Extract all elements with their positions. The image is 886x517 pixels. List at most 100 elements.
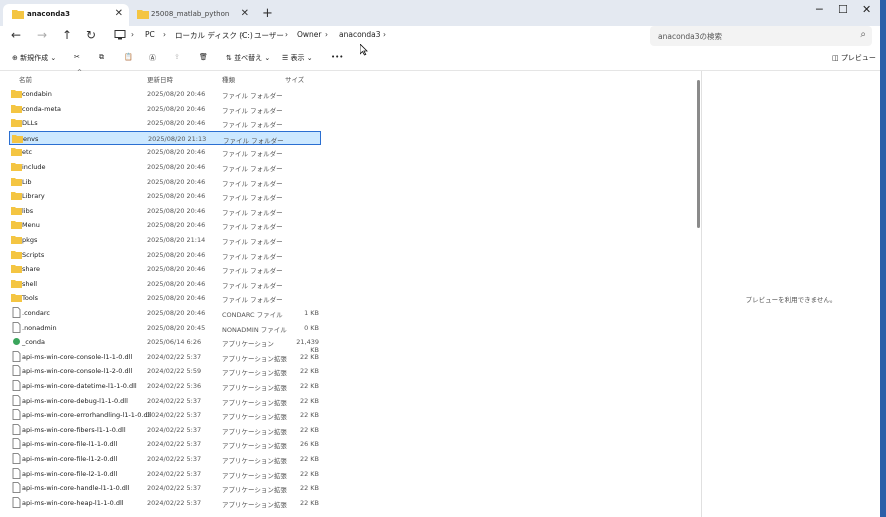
preview-button[interactable]: ◫ プレビュー — [832, 53, 876, 63]
file-row[interactable]: Lib 2025/08/20 20:46 ファイル フォルダー — [9, 175, 321, 189]
breadcrumb-pc[interactable]: PC — [145, 30, 155, 39]
new-tab-button[interactable]: + — [262, 6, 273, 21]
file-date: 2025/08/20 20:46 — [147, 163, 206, 171]
file-date: 2025/08/20 20:46 — [147, 192, 206, 201]
file-size: 22 KB — [299, 469, 319, 478]
file-row[interactable]: etc 2025/08/20 20:46 ファイル フォルダー — [9, 145, 321, 159]
file-name: include — [22, 163, 46, 171]
file-row[interactable]: shell 2025/08/20 20:46 ファイル フォルダー — [9, 277, 321, 291]
file-row[interactable]: api-ms-win-core-errorhandling-l1-1-0.dll… — [9, 408, 321, 422]
file-type: ファイル フォルダー — [222, 223, 283, 232]
title-bar: anaconda3 ✕ 25008_matlab_python ✕ + ─ ☐ … — [0, 0, 880, 26]
file-row[interactable]: .condarc 2025/08/20 20:46 CONDARC ファイル 1 KB — [9, 306, 321, 320]
view-label: 表示 — [290, 54, 305, 62]
file-icon — [12, 394, 21, 406]
column-date[interactable]: 更新日時 — [147, 74, 173, 84]
view-button[interactable]: ☰ 表示 ⌄ — [282, 53, 313, 63]
minimize-button[interactable]: ─ — [816, 3, 823, 16]
file-row[interactable]: api-ms-win-core-console-l1-2-0.dll 2024/0… — [9, 364, 321, 378]
file-row[interactable]: envs 2025/08/20 21:13 ファイル フォルダー — [9, 130, 321, 145]
scrollbar[interactable] — [697, 80, 700, 228]
folder-icon — [11, 236, 22, 244]
file-row[interactable]: api-ms-win-core-fibers-l1-1-0.dll 2024/02… — [9, 423, 321, 437]
file-name: condabin — [22, 90, 52, 98]
file-row[interactable]: api-ms-win-core-debug-l1-1-0.dll 2024/02/… — [9, 394, 321, 408]
search-placeholder: anaconda3の検索 — [658, 32, 723, 41]
delete-icon[interactable]: 🗑 — [199, 53, 208, 61]
breadcrumb-separator: › — [325, 30, 328, 39]
more-button[interactable]: ••• — [331, 53, 343, 61]
file-type: ファイル フォルダー — [222, 296, 283, 305]
up-button[interactable]: ↑ — [62, 28, 72, 42]
file-type: アプリケーション — [222, 340, 274, 349]
forward-button[interactable]: → — [37, 28, 47, 42]
file-row[interactable]: Scripts 2025/08/20 20:46 ファイル フォルダー — [9, 248, 321, 262]
sort-button[interactable]: ⇅ 並べ替え ⌄ — [226, 53, 270, 63]
file-icon — [12, 409, 21, 421]
file-row[interactable]: DLLs 2025/08/20 20:46 ファイル フォルダー — [9, 116, 321, 130]
file-name: api-ms-win-core-debug-l1-1-0.dll — [22, 396, 128, 405]
app-icon — [13, 338, 20, 346]
copy-icon[interactable]: ⧉ — [99, 53, 104, 62]
file-row[interactable]: Menu 2025/08/20 20:46 ファイル フォルダー — [9, 218, 321, 232]
file-row[interactable]: libs 2025/08/20 20:46 ファイル フォルダー — [9, 204, 321, 218]
file-type: ファイル フォルダー — [222, 179, 283, 188]
file-type: アプリケーション拡張 — [222, 384, 287, 392]
maximize-button[interactable]: ☐ — [838, 3, 848, 16]
column-type[interactable]: 種類 — [222, 74, 235, 84]
file-date: 2024/02/22 5:37 — [147, 469, 202, 478]
file-row[interactable]: api-ms-win-core-datetime-l1-1-0.dll 2024/… — [9, 379, 321, 393]
file-row[interactable]: pkgs 2025/08/20 21:14 ファイル フォルダー — [9, 233, 321, 247]
folder-icon — [11, 192, 22, 201]
column-name[interactable]: 名前 — [19, 74, 32, 84]
file-date: 2024/02/22 5:59 — [147, 367, 202, 376]
file-name: api-ms-win-core-heap-l1-1-0.dll — [22, 498, 124, 507]
sort-caret-icon: ^ — [77, 69, 83, 76]
refresh-button[interactable]: ↻ — [86, 28, 96, 42]
breadcrumb-anaconda3[interactable]: anaconda3 — [339, 30, 381, 39]
share-icon[interactable]: ⇪ — [174, 53, 180, 61]
breadcrumb-separator: › — [383, 30, 386, 39]
file-row[interactable]: condabin 2025/08/20 20:46 ファイル フォルダー — [9, 87, 321, 101]
cut-icon[interactable]: ✂ — [74, 53, 80, 61]
file-row[interactable]: share 2025/08/20 20:46 ファイル フォルダー — [9, 262, 321, 276]
file-row[interactable]: _conda 2025/06/14 6:26 アプリケーション 21,439 KB — [9, 335, 321, 354]
tab-25008-matlab-python[interactable]: 25008_matlab_python ✕ — [131, 4, 255, 26]
close-tab-icon[interactable]: ✕ — [241, 8, 249, 19]
file-name: api-ms-win-core-file-l1-2-0.dll — [22, 455, 118, 463]
file-icon — [12, 423, 21, 435]
file-row[interactable]: api-ms-win-core-heap-l1-1-0.dll 2024/02/2… — [9, 496, 321, 510]
search-input[interactable]: anaconda3の検索 ⌕ — [650, 26, 872, 46]
file-type: アプリケーション拡張 — [222, 398, 287, 407]
rename-icon[interactable]: Ⓐ — [149, 53, 156, 63]
file-row[interactable]: api-ms-win-core-file-l1-1-0.dll 2024/02/2… — [9, 437, 321, 451]
file-row[interactable]: conda-meta 2025/08/20 20:46 ファイル フォルダー — [9, 102, 321, 116]
tab-anaconda3[interactable]: anaconda3 ✕ — [3, 4, 129, 26]
back-button[interactable]: ← — [11, 28, 21, 42]
column-size[interactable]: サイズ — [285, 74, 304, 84]
file-icon — [12, 380, 21, 391]
file-row[interactable]: api-ms-win-core-handle-l1-1-0.dll 2024/02… — [9, 481, 321, 495]
preview-label: プレビュー — [840, 54, 876, 62]
file-row[interactable]: api-ms-win-core-file-l2-1-0.dll 2024/02/2… — [9, 467, 321, 481]
folder-icon — [11, 90, 22, 98]
file-type: アプリケーション拡張 — [222, 369, 287, 378]
paste-icon[interactable]: 📋 — [124, 53, 133, 61]
file-row[interactable]: api-ms-win-core-file-l1-2-0.dll 2024/02/2… — [9, 452, 321, 466]
breadcrumb[interactable]: › PC › ローカル ディスク (C:) › ユーザー › Owner › a… — [107, 26, 637, 46]
folder-icon — [11, 163, 22, 171]
file-row[interactable]: Library 2025/08/20 20:46 ファイル フォルダー — [9, 189, 321, 203]
close-window-button[interactable]: ✕ — [862, 3, 871, 16]
new-button[interactable]: ⊕ 新規作成 ⌄ — [12, 53, 56, 63]
folder-icon — [11, 206, 22, 215]
file-icon — [12, 482, 21, 494]
file-date: 2025/08/20 20:46 — [147, 90, 206, 98]
file-row[interactable]: include 2025/08/20 20:46 ファイル フォルダー — [9, 160, 321, 174]
close-tab-icon[interactable]: ✕ — [115, 8, 123, 19]
file-type: ファイル フォルダー — [222, 238, 283, 246]
breadcrumb-users[interactable]: ユーザー — [254, 30, 284, 41]
file-row[interactable]: .nonadmin 2025/08/20 20:45 NONADMIN ファイル 0 … — [9, 321, 321, 335]
file-row[interactable]: api-ms-win-core-console-l1-1-0.dll 2024/0… — [9, 350, 321, 364]
breadcrumb-owner[interactable]: Owner — [297, 30, 322, 39]
file-row[interactable]: Tools 2025/08/20 20:46 ファイル フォルダー — [9, 291, 321, 305]
